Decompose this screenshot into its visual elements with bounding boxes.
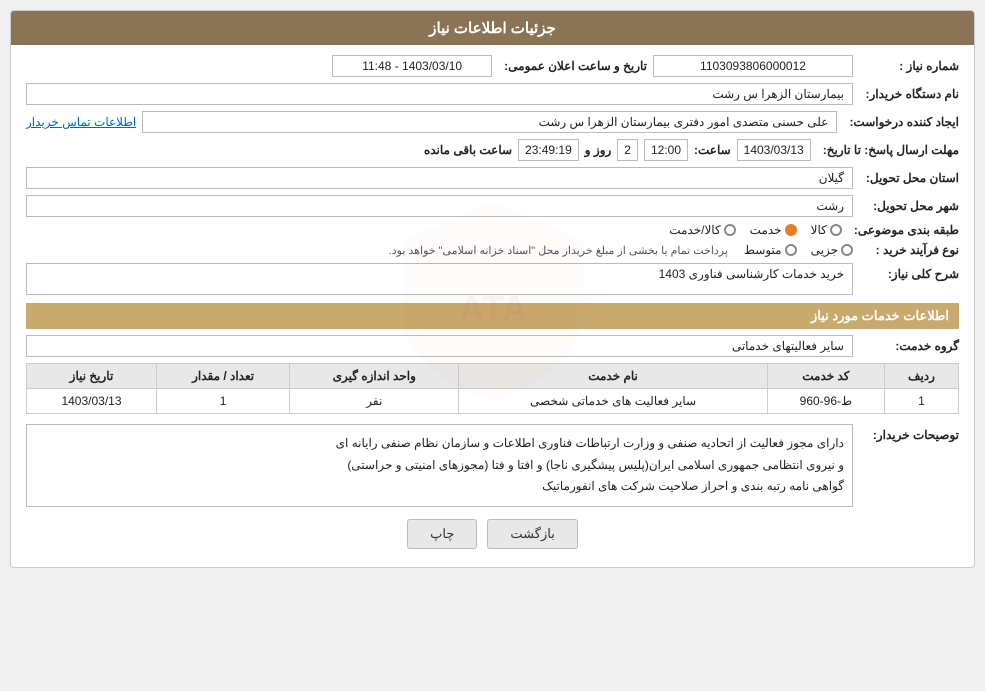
need-number-label: شماره نیاز : — [859, 59, 959, 73]
deadline-days: 2 — [617, 139, 638, 161]
buyer-desc-value: دارای مجوز فعالیت از اتحادیه صنفی و وزار… — [26, 424, 853, 507]
process-radio-group: جزیی متوسط — [744, 243, 853, 257]
deadline-remaining: 23:49:19 — [518, 139, 579, 161]
category-radio-group: کالا خدمت کالا/خدمت — [669, 223, 842, 237]
col-code: کد خدمت — [767, 364, 884, 389]
need-number-value: 1103093806000012 — [653, 55, 853, 77]
page-title: جزئیات اطلاعات نیاز — [429, 20, 556, 37]
process-motavasset[interactable]: متوسط — [744, 243, 797, 257]
cell-qty: 1 — [156, 389, 289, 414]
table-row: 1 ط-96-960 سایر فعالیت های خدماتی شخصی ن… — [27, 389, 959, 414]
deadline-remaining-label: ساعت باقی مانده — [424, 143, 512, 157]
cell-unit: نفر — [290, 389, 459, 414]
category-label: طبقه بندی موضوعی: — [848, 223, 959, 237]
radio-kala-khedmat-icon — [724, 224, 736, 236]
back-button[interactable]: بازگشت — [487, 519, 577, 549]
deadline-time-label: ساعت: — [694, 143, 731, 157]
col-row: ردیف — [884, 364, 958, 389]
radio-khedmat-icon — [785, 224, 797, 236]
city-value: رشت — [26, 195, 853, 217]
org-name-label: نام دستگاه خریدار: — [859, 87, 959, 101]
process-label: نوع فرآیند خرید : — [859, 243, 959, 257]
need-desc-label: شرح کلی نیاز: — [859, 263, 959, 281]
radio-jozei-icon — [841, 244, 853, 256]
radio-kala-icon — [830, 224, 842, 236]
creator-value: علی حسنی متصدی امور دفتری بیمارستان الزه… — [142, 111, 837, 133]
category-khedmat[interactable]: خدمت — [750, 223, 797, 237]
deadline-label: مهلت ارسال پاسخ: تا تاریخ: — [817, 143, 959, 157]
deadline-day-label: روز و — [585, 143, 612, 157]
col-name: نام خدمت — [459, 364, 768, 389]
cell-code: ط-96-960 — [767, 389, 884, 414]
org-name-value: بیمارستان الزهرا س رشت — [26, 83, 853, 105]
col-qty: تعداد / مقدار — [156, 364, 289, 389]
print-button[interactable]: چاپ — [407, 519, 477, 549]
deadline-time: 12:00 — [644, 139, 688, 161]
category-kala[interactable]: کالا — [811, 223, 842, 237]
contact-link[interactable]: اطلاعات تماس خریدار — [26, 115, 136, 129]
service-info-title: اطلاعات خدمات مورد نیاز — [26, 303, 959, 329]
cell-date: 1403/03/13 — [27, 389, 157, 414]
province-label: استان محل تحویل: — [859, 171, 959, 185]
radio-kala-label: کالا — [811, 223, 827, 237]
category-kala-khedmat[interactable]: کالا/خدمت — [669, 223, 735, 237]
creator-label: ایجاد کننده درخواست: — [843, 115, 959, 129]
service-table: ردیف کد خدمت نام خدمت واحد اندازه گیری ت… — [26, 363, 959, 414]
process-note: پرداخت تمام یا بخشی از مبلغ خریداز محل "… — [26, 244, 728, 257]
service-group-value: سایر فعالیتهای خدماتی — [26, 335, 853, 357]
action-buttons: بازگشت چاپ — [26, 519, 959, 549]
radio-khedmat-label: خدمت — [750, 223, 782, 237]
announce-date-value: 1403/03/10 - 11:48 — [332, 55, 492, 77]
cell-row: 1 — [884, 389, 958, 414]
city-label: شهر محل تحویل: — [859, 199, 959, 213]
col-unit: واحد اندازه گیری — [290, 364, 459, 389]
col-date: تاریخ نیاز — [27, 364, 157, 389]
service-group-label: گروه خدمت: — [859, 339, 959, 353]
province-value: گیلان — [26, 167, 853, 189]
radio-kala-khedmat-label: کالا/خدمت — [669, 223, 720, 237]
radio-jozei-label: جزیی — [811, 243, 838, 257]
deadline-date: 1403/03/13 — [737, 139, 811, 161]
need-desc-value: خرید خدمات کارشناسی فناوری 1403 — [26, 263, 853, 295]
radio-motavasset-icon — [785, 244, 797, 256]
cell-name: سایر فعالیت های خدماتی شخصی — [459, 389, 768, 414]
announce-date-label: تاریخ و ساعت اعلان عمومی: — [498, 59, 647, 73]
radio-motavasset-label: متوسط — [744, 243, 782, 257]
page-header: جزئیات اطلاعات نیاز — [11, 11, 974, 45]
buyer-desc-label: توصیحات خریدار: — [859, 424, 959, 442]
process-jozei[interactable]: جزیی — [811, 243, 853, 257]
